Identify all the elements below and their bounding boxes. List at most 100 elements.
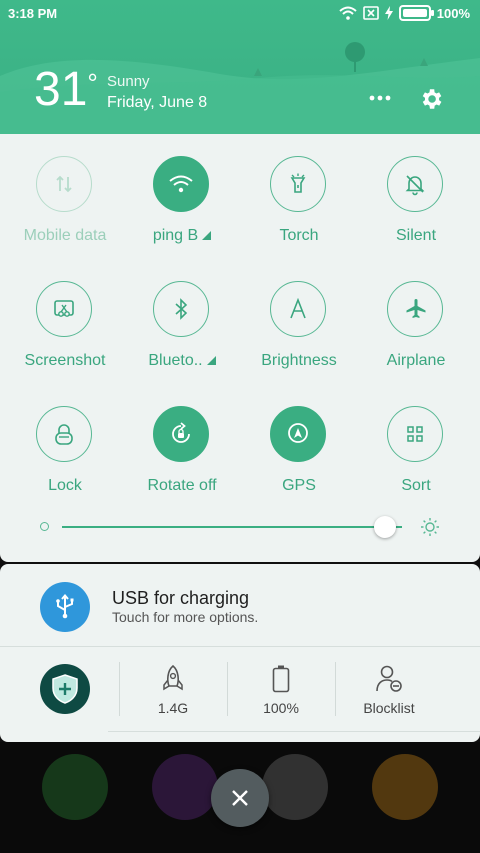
brightness-a-icon bbox=[290, 298, 306, 319]
usb-notification-icon bbox=[40, 582, 90, 632]
toggle-label: Brightness bbox=[261, 352, 337, 369]
usb-icon bbox=[56, 594, 74, 619]
torch-button[interactable] bbox=[270, 156, 326, 212]
battery-status[interactable]: 100% bbox=[227, 664, 335, 724]
toggle-gps[interactable]: GPS bbox=[244, 384, 354, 494]
degree-symbol: ° bbox=[87, 68, 98, 98]
toggle-label: Screenshot bbox=[24, 352, 106, 369]
temperature-value: 31 bbox=[34, 63, 88, 116]
toggle-screenshot[interactable]: Screenshot bbox=[10, 259, 120, 369]
bluetooth-label: Blueto.. bbox=[148, 352, 203, 369]
bluetooth-icon bbox=[175, 298, 188, 320]
charging-bolt-icon bbox=[384, 6, 393, 20]
scissors-icon bbox=[54, 300, 74, 317]
temperature: 31° bbox=[34, 66, 98, 114]
wifi-button[interactable] bbox=[153, 156, 209, 212]
battery-icon bbox=[272, 665, 290, 693]
no-sim-icon bbox=[362, 6, 379, 20]
rocket-icon bbox=[163, 664, 183, 691]
battery-value: 100% bbox=[263, 700, 299, 716]
expand-triangle-icon[interactable] bbox=[206, 356, 216, 366]
close-button[interactable] bbox=[211, 769, 269, 827]
brightness-low-icon bbox=[40, 522, 49, 531]
divider bbox=[0, 646, 480, 647]
theme-app-icon bbox=[152, 754, 218, 820]
wifi-network-name: ping B bbox=[152, 227, 199, 244]
toggle-label: Rotate off bbox=[147, 477, 217, 494]
toggle-rotate[interactable]: Rotate off bbox=[127, 384, 237, 494]
brightness-high-icon bbox=[421, 518, 439, 536]
gps-button[interactable] bbox=[270, 406, 326, 462]
toggle-bluetooth[interactable]: Blueto.. bbox=[127, 259, 237, 369]
toggle-label: Sort bbox=[401, 477, 431, 494]
airplane-icon bbox=[406, 299, 426, 318]
notification-subtitle[interactable]: Touch for more options. bbox=[112, 609, 258, 625]
grid-icon bbox=[407, 426, 423, 442]
date-label: Friday, June 8 bbox=[107, 94, 208, 111]
stat-icon bbox=[119, 664, 227, 694]
memory-value: 1.4G bbox=[157, 700, 189, 716]
toggle-sort[interactable]: Sort bbox=[361, 384, 471, 494]
rotate-lock-icon bbox=[172, 422, 190, 443]
bell-off-icon bbox=[405, 175, 425, 196]
lock-icon bbox=[55, 424, 73, 445]
memory-cleaner[interactable]: 1.4G bbox=[119, 664, 227, 724]
battery-icon bbox=[398, 5, 434, 21]
blocklist-icon bbox=[376, 665, 402, 692]
more-dots-icon bbox=[369, 95, 391, 101]
sort-button[interactable] bbox=[387, 406, 443, 462]
mobile-data-icon bbox=[56, 175, 72, 193]
stat-icon bbox=[335, 664, 443, 694]
status-icons: 100% bbox=[339, 5, 470, 21]
toggle-label: Airplane bbox=[386, 352, 446, 369]
screenshot-button[interactable] bbox=[36, 281, 92, 337]
wifi-icon bbox=[169, 175, 193, 193]
toggle-label-bluetooth: Blueto.. bbox=[117, 352, 247, 370]
brightness-knob[interactable] bbox=[374, 516, 396, 538]
toggle-label: GPS bbox=[282, 477, 316, 494]
battery-percent: 100% bbox=[436, 5, 470, 21]
lock-button[interactable] bbox=[36, 406, 92, 462]
close-icon bbox=[232, 790, 248, 806]
toggle-wifi[interactable]: ping B bbox=[127, 134, 237, 244]
rotate-button[interactable] bbox=[153, 406, 209, 462]
divider bbox=[108, 731, 480, 732]
toggle-label-wifi: ping B bbox=[117, 227, 247, 245]
toggle-lock[interactable]: Lock bbox=[10, 384, 120, 494]
phone-app-icon bbox=[42, 754, 108, 820]
toggle-label: Lock bbox=[48, 477, 82, 494]
toggle-label: Torch bbox=[279, 227, 319, 244]
notification-card: USB for charging Touch for more options.… bbox=[0, 564, 480, 742]
status-bar: 3:18 PM 100% bbox=[0, 0, 480, 28]
bluetooth-button[interactable] bbox=[153, 281, 209, 337]
security-app-button[interactable] bbox=[40, 664, 90, 714]
gear-icon bbox=[422, 89, 442, 109]
brightness-slider[interactable] bbox=[40, 516, 450, 538]
shield-plus-icon bbox=[52, 674, 78, 704]
toggle-mobile-data[interactable]: Mobile data bbox=[10, 134, 120, 244]
toggle-torch[interactable]: Torch bbox=[244, 134, 354, 244]
settings-button[interactable] bbox=[416, 84, 446, 114]
brightness-track[interactable] bbox=[62, 526, 402, 528]
stat-icon bbox=[227, 664, 335, 694]
mobile-data-button[interactable] bbox=[36, 156, 92, 212]
messages-app-icon bbox=[372, 754, 438, 820]
toggle-silent[interactable]: Silent bbox=[361, 134, 471, 244]
toggle-label: Mobile data bbox=[23, 227, 107, 244]
blocklist-shortcut[interactable]: Blocklist bbox=[335, 664, 443, 724]
weather-condition: Sunny bbox=[107, 73, 150, 90]
airplane-button[interactable] bbox=[387, 281, 443, 337]
blocklist-label: Blocklist bbox=[363, 700, 415, 716]
silent-button[interactable] bbox=[387, 156, 443, 212]
more-button[interactable] bbox=[366, 86, 394, 110]
notification-title[interactable]: USB for charging bbox=[112, 588, 249, 609]
expand-triangle-icon[interactable] bbox=[202, 231, 212, 241]
status-time: 3:18 PM bbox=[8, 6, 58, 21]
toggle-airplane[interactable]: Airplane bbox=[361, 259, 471, 369]
battery-fill bbox=[402, 9, 427, 17]
brightness-button[interactable] bbox=[270, 281, 326, 337]
quick-toggles-panel: Mobile data ping B Torch Silent Screensh… bbox=[0, 134, 480, 562]
gps-icon bbox=[288, 423, 308, 443]
toggle-brightness[interactable]: Brightness bbox=[244, 259, 354, 369]
torch-icon bbox=[290, 173, 306, 193]
